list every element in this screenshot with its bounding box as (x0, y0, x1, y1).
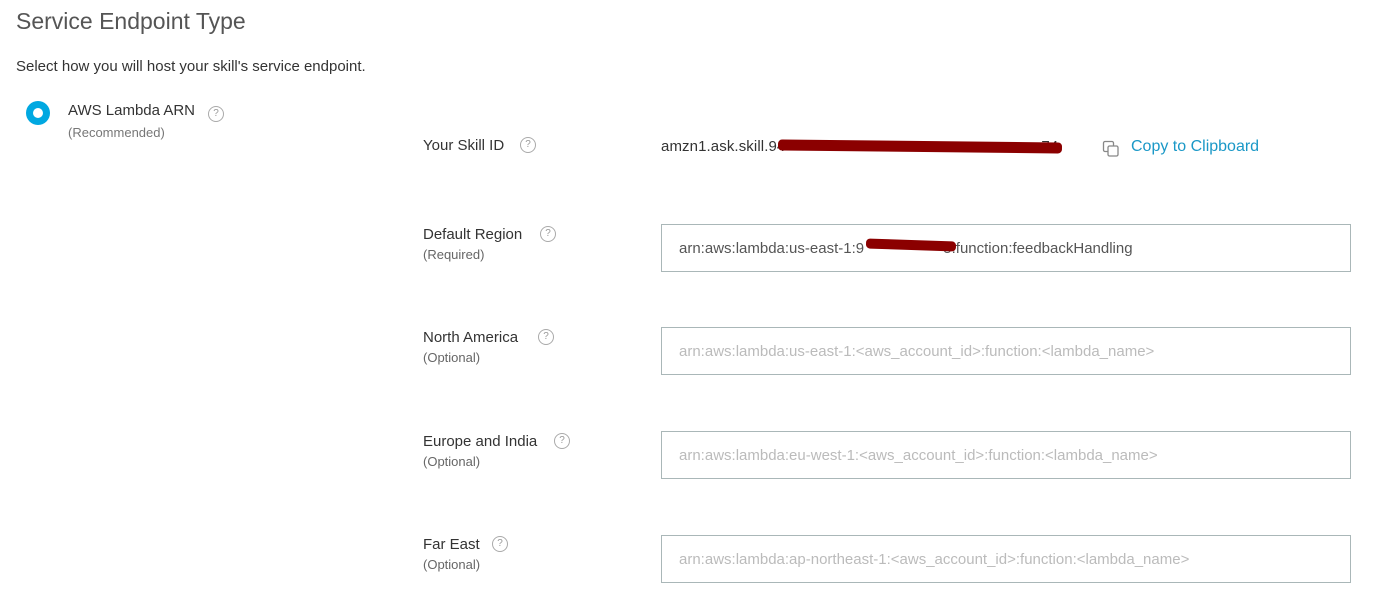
far-east-arn-input[interactable] (661, 535, 1351, 583)
default-region-label: Default Region (423, 226, 523, 243)
default-region-sublabel: (Required) (423, 247, 485, 262)
help-icon[interactable]: ? (492, 536, 508, 552)
skill-id-label: Your Skill ID (423, 137, 505, 154)
europe-india-label: Europe and India (423, 433, 538, 450)
far-east-sublabel: (Optional) (423, 557, 481, 572)
europe-india-sublabel: (Optional) (423, 454, 481, 469)
europe-india-arn-input[interactable] (661, 431, 1351, 479)
help-icon[interactable]: ? (540, 226, 556, 242)
north-america-sublabel: (Optional) (423, 350, 481, 365)
north-america-label: North America (423, 329, 519, 346)
service-endpoint-page: Service Endpoint Type Select how you wil… (0, 0, 1381, 607)
help-icon[interactable]: ? (554, 433, 570, 449)
help-icon[interactable]: ? (208, 106, 224, 122)
copy-to-clipboard-link[interactable]: Copy to Clipboard (1131, 138, 1259, 156)
help-icon[interactable]: ? (538, 329, 554, 345)
aws-lambda-arn-label: AWS Lambda ARN (68, 102, 195, 119)
aws-lambda-arn-radio[interactable] (26, 101, 50, 125)
far-east-label: Far East (423, 536, 480, 553)
aws-lambda-arn-sublabel: (Recommended) (68, 125, 165, 140)
north-america-arn-input[interactable] (661, 327, 1351, 375)
help-icon[interactable]: ? (520, 137, 536, 153)
default-region-arn-input[interactable] (661, 224, 1351, 272)
page-title: Service Endpoint Type (16, 8, 246, 34)
page-subtitle: Select how you will host your skill's se… (16, 58, 366, 75)
copy-icon[interactable] (1102, 140, 1120, 158)
